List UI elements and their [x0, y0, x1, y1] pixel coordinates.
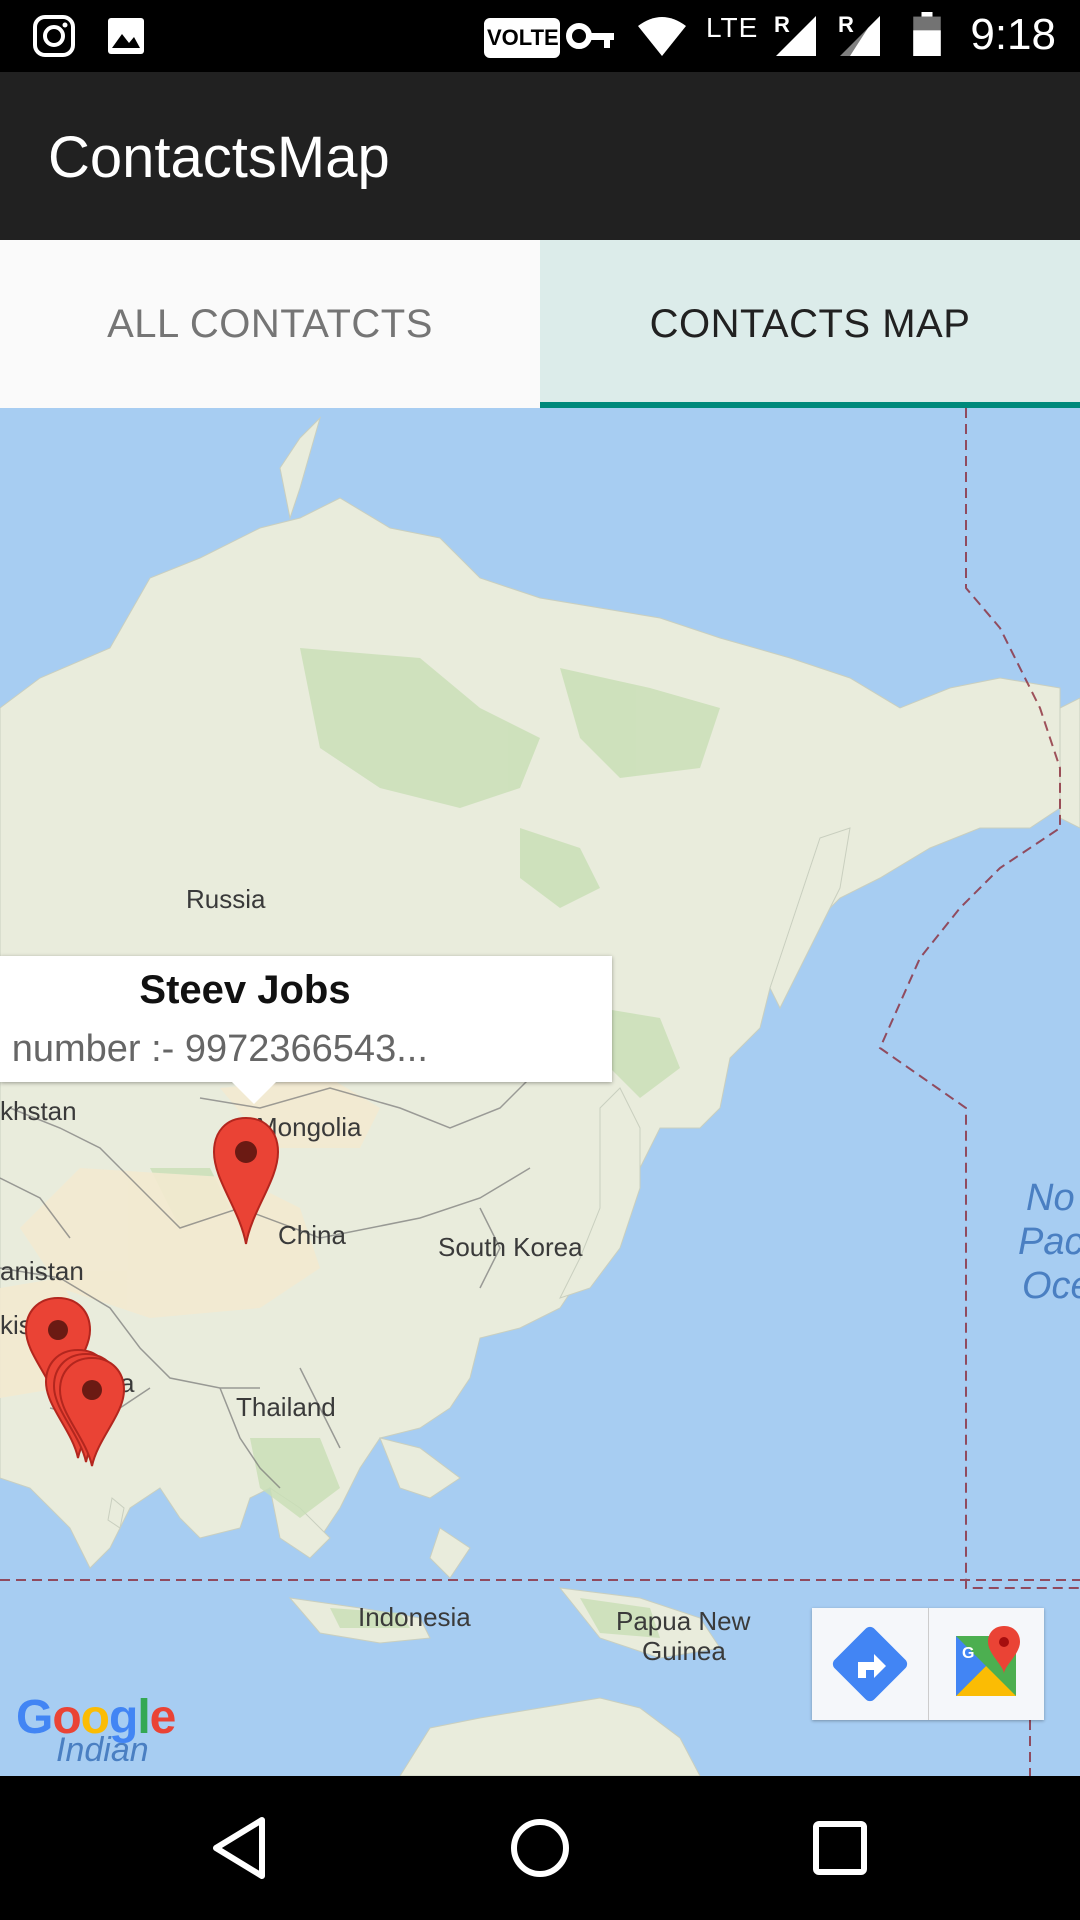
map-canvas[interactable] — [0, 408, 1080, 1776]
signal-icon-2 — [840, 16, 880, 56]
volte-badge: VOLTE — [484, 18, 560, 58]
label-thailand: Thailand — [236, 1392, 336, 1422]
label-china: China — [278, 1220, 346, 1250]
marker-india-3[interactable] — [56, 1356, 128, 1468]
label-afghanistan: anistan — [0, 1256, 84, 1286]
directions-icon — [832, 1626, 908, 1702]
clock: 9:18 — [970, 10, 1056, 59]
instagram-icon — [33, 15, 75, 57]
label-indonesia: Indonesia — [358, 1602, 471, 1632]
battery-icon — [913, 12, 941, 56]
label-pacific-2: Pac — [1018, 1221, 1080, 1263]
signal-icon — [776, 16, 816, 56]
navigation-bar — [0, 1776, 1080, 1920]
tab-bar: ALL CONTATCTS CONTACTS MAP — [0, 240, 1080, 408]
label-pacific-3: Oce — [1022, 1265, 1080, 1307]
gallery-icon — [108, 18, 144, 54]
open-in-maps-button[interactable]: G — [928, 1608, 1044, 1720]
home-icon[interactable] — [500, 1808, 580, 1888]
directions-button[interactable] — [812, 1608, 929, 1720]
tab-contacts-map[interactable]: CONTACTS MAP — [540, 240, 1080, 408]
label-south-korea: South Korea — [438, 1232, 583, 1262]
recents-icon[interactable] — [800, 1808, 880, 1888]
label-pacific-1: No — [1026, 1177, 1075, 1219]
marker-info-window[interactable]: Steev Jobs e number :- 9972366543... — [0, 956, 612, 1104]
lte-label: LTE — [706, 12, 759, 43]
label-papua-new-guinea-1: Papua New — [616, 1606, 751, 1636]
map-view[interactable]: Russia khstan Mongolia China South Korea… — [0, 408, 1080, 1776]
wifi-icon — [638, 17, 686, 56]
tab-all-contacts[interactable]: ALL CONTATCTS — [0, 240, 540, 408]
label-papua-new-guinea-2: Guinea — [642, 1636, 726, 1666]
label-russia: Russia — [186, 884, 266, 914]
back-icon[interactable] — [200, 1808, 280, 1888]
svg-text:G: G — [962, 1645, 974, 1662]
info-window-title: Steev Jobs — [139, 968, 351, 1012]
label-kazakhstan: khstan — [0, 1096, 77, 1126]
google-logo: Google — [16, 1691, 176, 1744]
info-window-snippet: e number :- 9972366543... — [0, 1028, 428, 1070]
vpn-key-icon — [566, 23, 614, 49]
status-bar: VOLTE LTE R R 9:18 — [0, 0, 1080, 72]
app-bar: ContactsMap — [0, 72, 1080, 240]
app-title: ContactsMap — [48, 125, 390, 190]
google-maps-icon: G — [956, 1626, 1020, 1696]
map-toolbar: G — [812, 1608, 1044, 1720]
marker-china[interactable] — [210, 1116, 282, 1246]
